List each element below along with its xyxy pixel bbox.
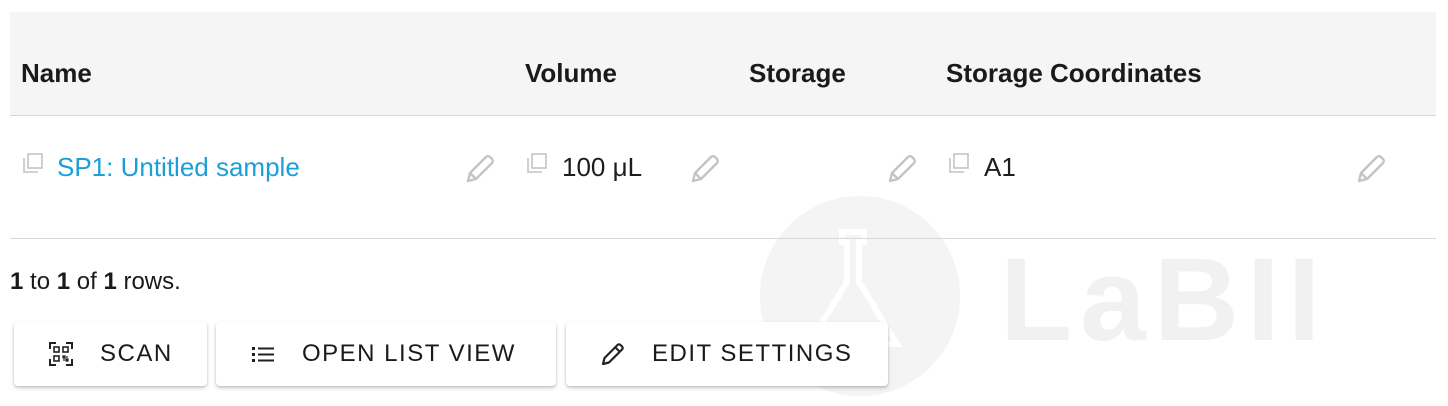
pagination-suffix: rows. (123, 268, 181, 295)
column-header-storage[interactable]: Storage (749, 60, 846, 86)
copy-icon[interactable] (22, 152, 44, 174)
pagination-end: 1 (56, 268, 71, 295)
pencil-icon[interactable] (882, 151, 920, 189)
pencil-icon[interactable] (460, 151, 498, 189)
column-header-name[interactable]: Name (21, 60, 92, 86)
scan-button[interactable]: SCAN (14, 322, 207, 386)
pagination-summary: 1 to 1 of 1 rows. (10, 268, 181, 296)
open-list-view-button-label: OPEN LIST VIEW (302, 340, 516, 367)
qr-scan-icon (48, 341, 74, 367)
column-header-storage-coordinates[interactable]: Storage Coordinates (946, 60, 1202, 86)
table-row: SP1: Untitled sample 100 μL A1 (10, 116, 1436, 239)
list-icon (250, 341, 276, 367)
watermark-text: LaBII (1000, 234, 1329, 366)
edit-pencil-icon (600, 341, 626, 367)
column-header-volume[interactable]: Volume (525, 60, 617, 86)
open-list-view-button[interactable]: OPEN LIST VIEW (216, 322, 556, 386)
pagination-of-label: of (76, 268, 97, 295)
pencil-icon[interactable] (1351, 151, 1389, 189)
pagination-total: 1 (103, 268, 117, 295)
table-header: Name Volume Storage Storage Coordinates (10, 12, 1436, 116)
copy-icon[interactable] (526, 152, 548, 174)
sample-name-link[interactable]: SP1: Untitled sample (57, 154, 300, 180)
pagination-to-label: to (30, 268, 51, 295)
storage-coordinates-value: A1 (984, 152, 1016, 182)
scan-button-label: SCAN (100, 340, 173, 367)
pencil-icon[interactable] (685, 151, 723, 189)
pagination-start: 1 (10, 268, 24, 295)
edit-settings-button-label: EDIT SETTINGS (652, 340, 853, 367)
edit-settings-button[interactable]: EDIT SETTINGS (566, 322, 888, 386)
volume-value: 100 μL (562, 152, 643, 182)
copy-icon[interactable] (948, 152, 970, 174)
